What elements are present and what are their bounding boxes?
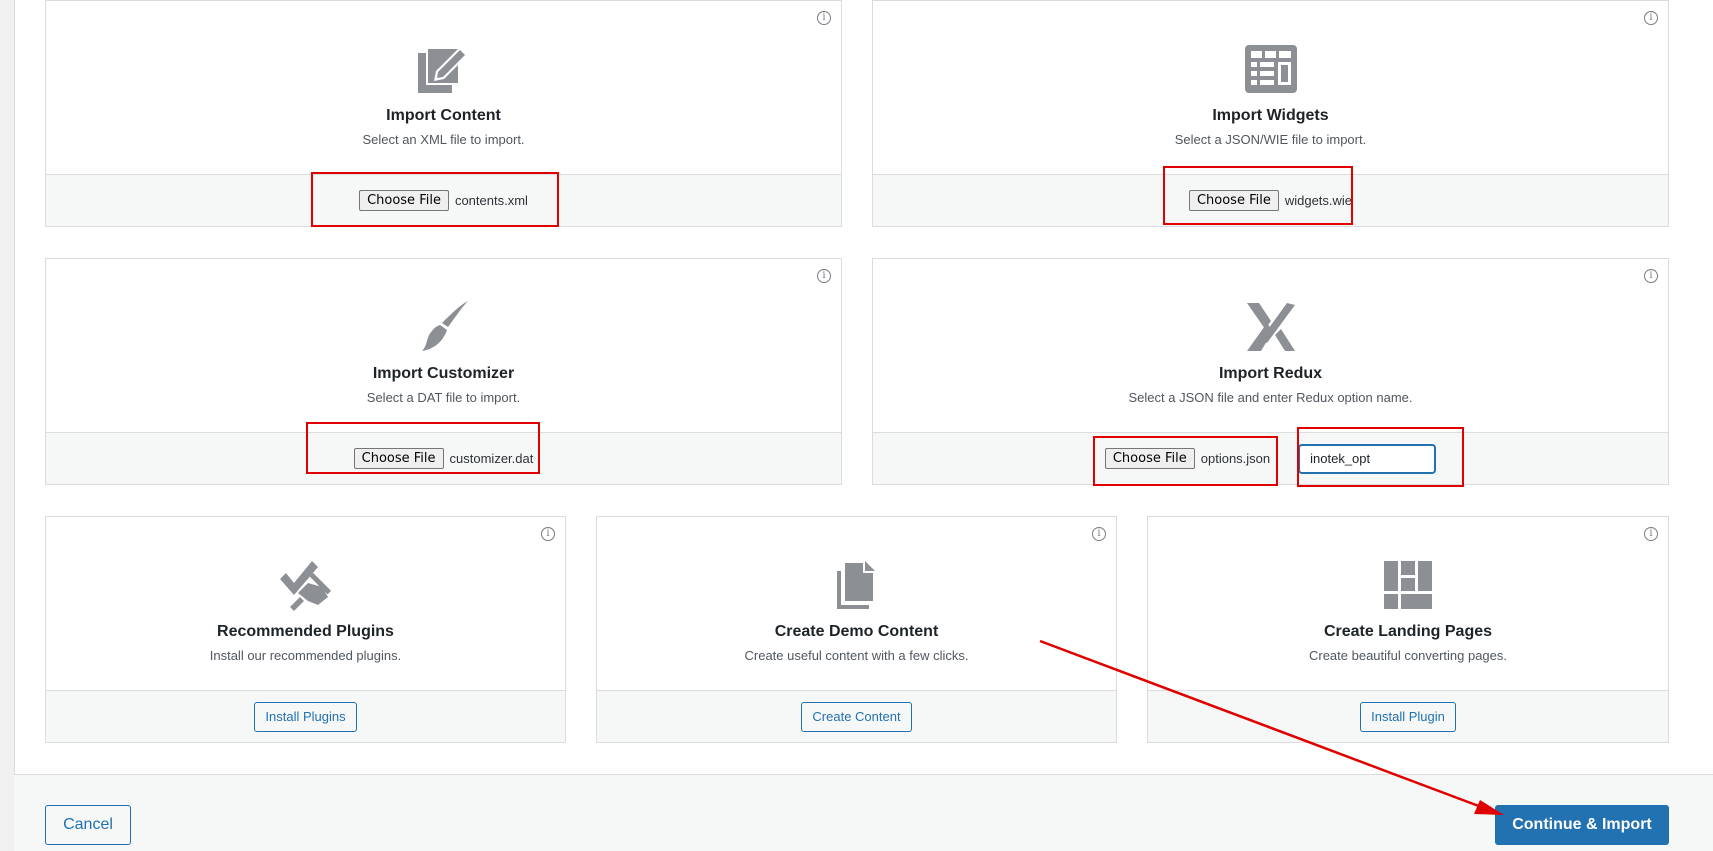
cancel-button[interactable]: Cancel: [45, 805, 131, 845]
card-description: Install our recommended plugins.: [209, 648, 402, 663]
card-description: Select a JSON/WIE file to import.: [1174, 132, 1367, 147]
footer-bar: [14, 774, 1713, 851]
layout-icon: [1384, 561, 1432, 609]
highlight-redux-file: [1093, 436, 1278, 486]
card-description: Create useful content with a few clicks.: [744, 648, 969, 663]
info-icon[interactable]: i: [817, 269, 831, 283]
continue-import-button[interactable]: Continue & Import: [1495, 805, 1669, 845]
card-footer: Install Plugin: [1148, 690, 1668, 742]
info-icon[interactable]: i: [541, 527, 555, 541]
info-icon[interactable]: i: [1644, 527, 1658, 541]
install-plugin-button[interactable]: Install Plugin: [1360, 701, 1456, 732]
create-landing-pages-card: i Create Landing Pages Create beautiful …: [1147, 516, 1669, 743]
card-title: Import Widgets: [1212, 107, 1329, 124]
card-description: Select an XML file to import.: [362, 132, 525, 147]
import-content-icon: [417, 47, 468, 93]
highlight-content-file: [311, 172, 559, 227]
copy-pages-icon: [836, 561, 875, 609]
info-icon[interactable]: i: [1092, 527, 1106, 541]
card-description: Create beautiful converting pages.: [1308, 648, 1507, 663]
card-title: Import Customizer: [372, 365, 515, 382]
create-content-button[interactable]: Create Content: [801, 701, 912, 732]
card-title: Create Demo Content: [774, 623, 939, 640]
highlight-widgets-file: [1163, 166, 1353, 225]
highlight-redux-option: [1297, 427, 1464, 487]
card-title: Import Content: [386, 107, 501, 124]
brush-icon: [421, 301, 468, 351]
info-icon[interactable]: i: [1644, 11, 1658, 25]
card-title: Create Landing Pages: [1323, 623, 1493, 640]
card-description: Select a JSON file and enter Redux optio…: [1128, 390, 1413, 405]
card-title: Recommended Plugins: [217, 623, 394, 640]
highlight-customizer-file: [306, 422, 540, 474]
create-demo-content-card: i Create Demo Content Create useful cont…: [596, 516, 1117, 743]
widgets-icon: [1244, 45, 1297, 93]
card-footer: Create Content: [597, 690, 1116, 742]
info-icon[interactable]: i: [1644, 269, 1658, 283]
redux-icon: [1246, 303, 1295, 351]
card-footer: Install Plugins: [46, 690, 565, 742]
recommended-plugins-card: i Recommended Plugins Install our recomm…: [45, 516, 566, 743]
plugin-icon: [279, 561, 331, 611]
card-title: Import Redux: [1218, 365, 1323, 382]
info-icon[interactable]: i: [817, 11, 831, 25]
install-plugins-button[interactable]: Install Plugins: [254, 701, 357, 732]
card-description: Select a DAT file to import.: [366, 390, 521, 405]
